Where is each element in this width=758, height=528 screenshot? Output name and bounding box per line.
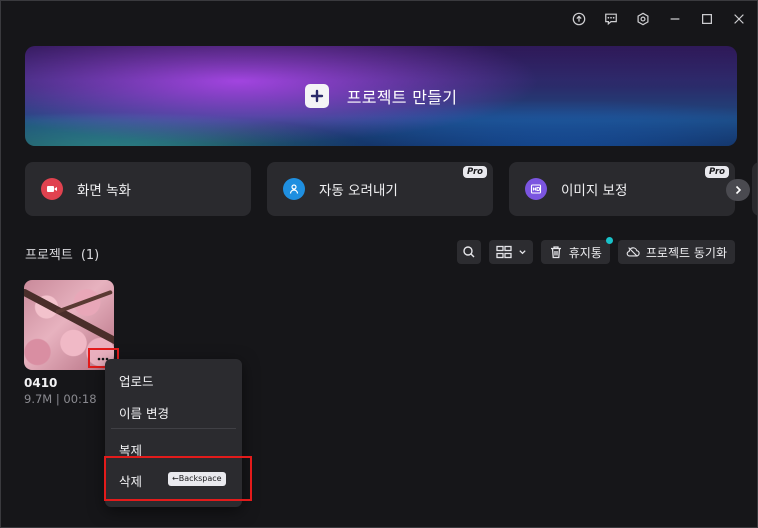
search-icon	[463, 246, 475, 258]
close-icon[interactable]	[729, 9, 749, 29]
feedback-icon[interactable]	[601, 9, 621, 29]
notification-dot	[605, 237, 613, 244]
meta-separator: |	[55, 392, 60, 406]
projects-title: 프로젝트 (1)	[25, 244, 107, 263]
tool-card-partial	[752, 162, 757, 216]
tool-label: 이미지 보정	[561, 183, 628, 199]
grid-view-icon	[496, 245, 512, 259]
projects-count: (1)	[80, 248, 100, 263]
menu-divider	[111, 428, 236, 429]
cloud-off-icon	[626, 247, 640, 257]
thumbnail-branch-small	[55, 289, 113, 315]
highlight-delete-item	[104, 456, 252, 501]
project-name[interactable]: 0410	[24, 376, 57, 390]
create-project-banner[interactable]: 프로젝트 만들기	[25, 46, 737, 146]
trash-icon	[550, 246, 561, 259]
tool-screen-record[interactable]: 화면 녹화	[25, 162, 251, 216]
tool-label: 자동 오려내기	[319, 183, 398, 199]
plus-icon	[304, 84, 329, 108]
create-project-label: 프로젝트 만들기	[346, 88, 458, 107]
maximize-icon[interactable]	[697, 9, 717, 29]
menu-item-rename[interactable]: 이름 변경	[119, 403, 169, 422]
next-tools-button[interactable]	[726, 179, 750, 201]
view-mode-dropdown[interactable]	[488, 240, 533, 264]
pro-badge: Pro	[705, 166, 729, 178]
pro-badge: Pro	[463, 166, 487, 178]
search-button[interactable]	[456, 240, 481, 264]
menu-item-upload[interactable]: 업로드	[119, 371, 154, 390]
settings-icon[interactable]	[633, 9, 653, 29]
window-controls	[557, 9, 749, 29]
trash-button[interactable]: 휴지통	[540, 237, 613, 264]
projects-title-label: 프로젝트	[25, 248, 73, 263]
minimize-icon[interactable]	[665, 9, 685, 29]
enhance-icon	[525, 178, 547, 200]
project-duration: 00:18	[63, 392, 97, 406]
sync-label: 프로젝트 동기화	[645, 245, 727, 260]
tool-image-enhance[interactable]: 이미지 보정 Pro	[509, 162, 735, 216]
chevron-down-icon	[519, 250, 526, 255]
trash-label: 휴지통	[568, 245, 602, 260]
record-icon	[41, 178, 63, 200]
sync-projects-button[interactable]: 프로젝트 동기화	[617, 240, 735, 264]
app-window: 프로젝트 만들기 화면 녹화 자동 오려내기 Pro 이미지 보정 Pro 프로…	[0, 0, 758, 528]
tool-auto-cutout[interactable]: 자동 오려내기 Pro	[267, 162, 493, 216]
cutout-icon	[283, 178, 305, 200]
upload-icon[interactable]	[569, 9, 589, 29]
tool-label: 화면 녹화	[77, 183, 131, 199]
projects-toolbar: 휴지통 프로젝트 동기화	[449, 237, 735, 264]
project-size: 9.7M	[24, 392, 53, 406]
project-meta: 9.7M | 00:18	[24, 392, 97, 406]
